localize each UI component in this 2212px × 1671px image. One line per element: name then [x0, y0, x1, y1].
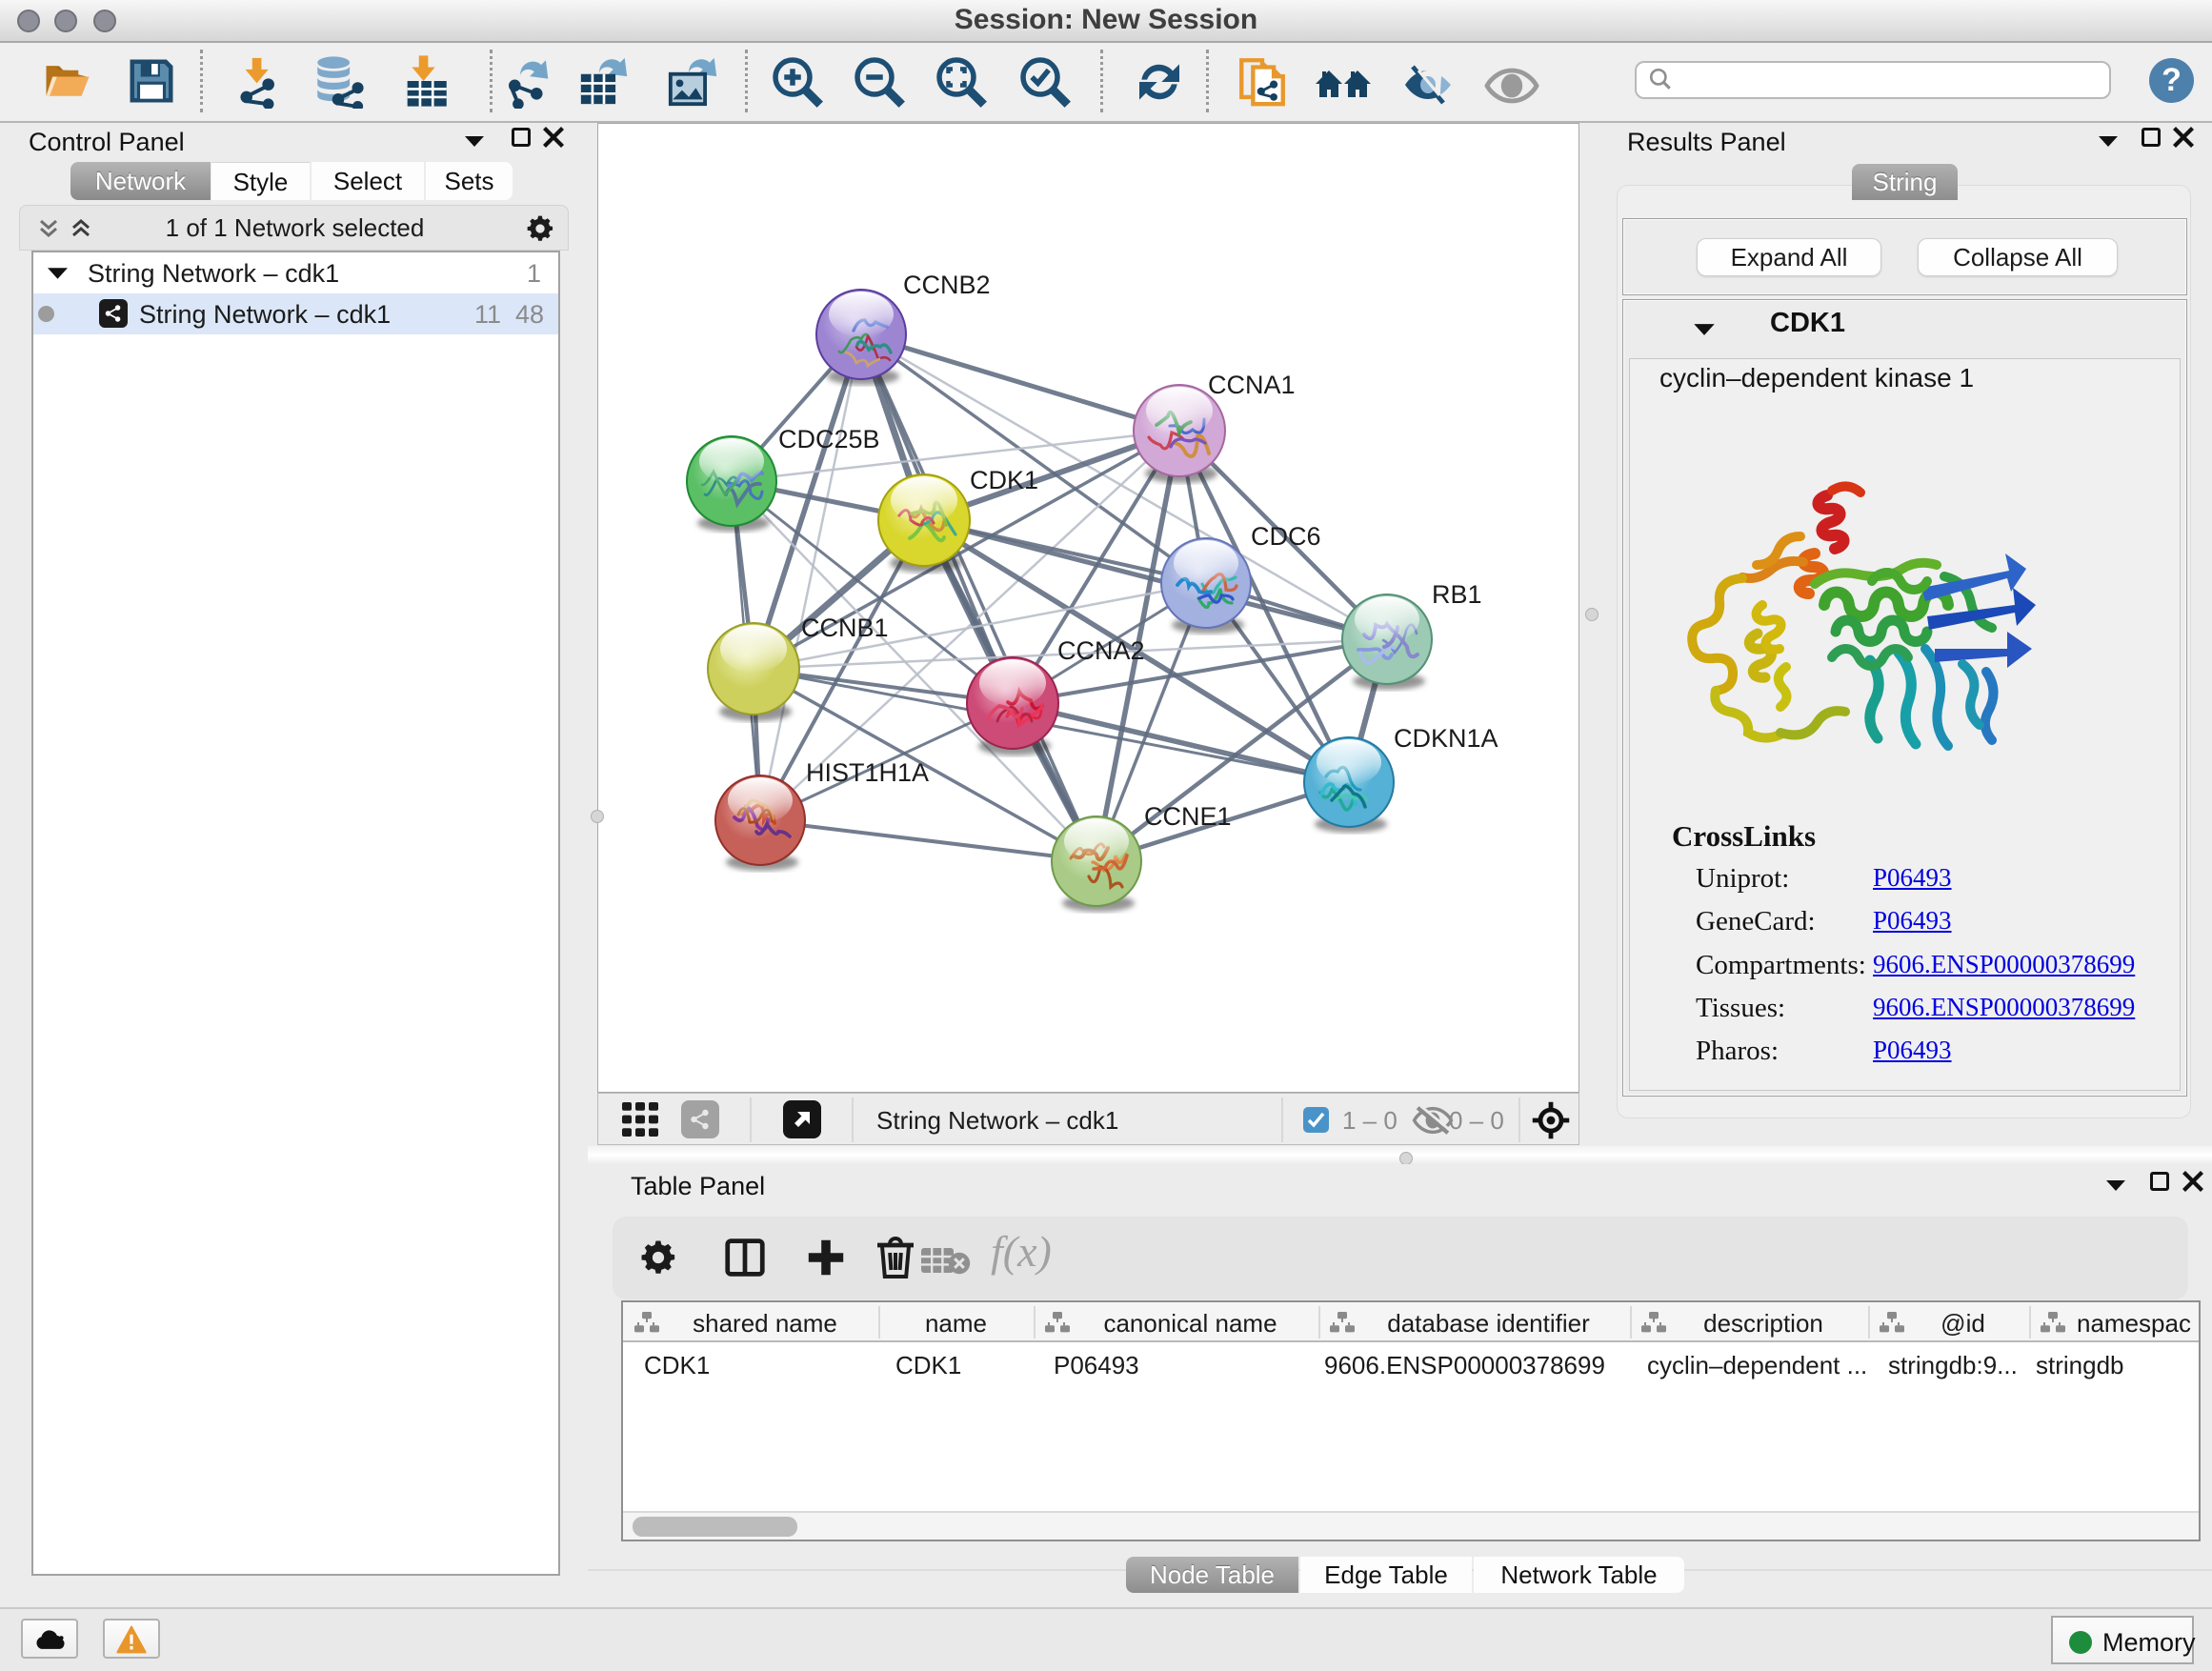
svg-text:CDK1: CDK1 [970, 466, 1038, 494]
svg-text:CDC6: CDC6 [1251, 522, 1321, 551]
svg-text:CDC25B: CDC25B [778, 425, 880, 453]
svg-text:RB1: RB1 [1432, 580, 1482, 609]
svg-text:CCNA1: CCNA1 [1208, 371, 1296, 399]
svg-text:HIST1H1A: HIST1H1A [806, 758, 929, 787]
svg-text:CCNB1: CCNB1 [801, 614, 889, 642]
svg-text:CCNE1: CCNE1 [1144, 802, 1232, 831]
svg-text:CCNA2: CCNA2 [1057, 636, 1145, 665]
svg-text:CDKN1A: CDKN1A [1394, 724, 1498, 753]
svg-text:CCNB2: CCNB2 [903, 271, 991, 299]
